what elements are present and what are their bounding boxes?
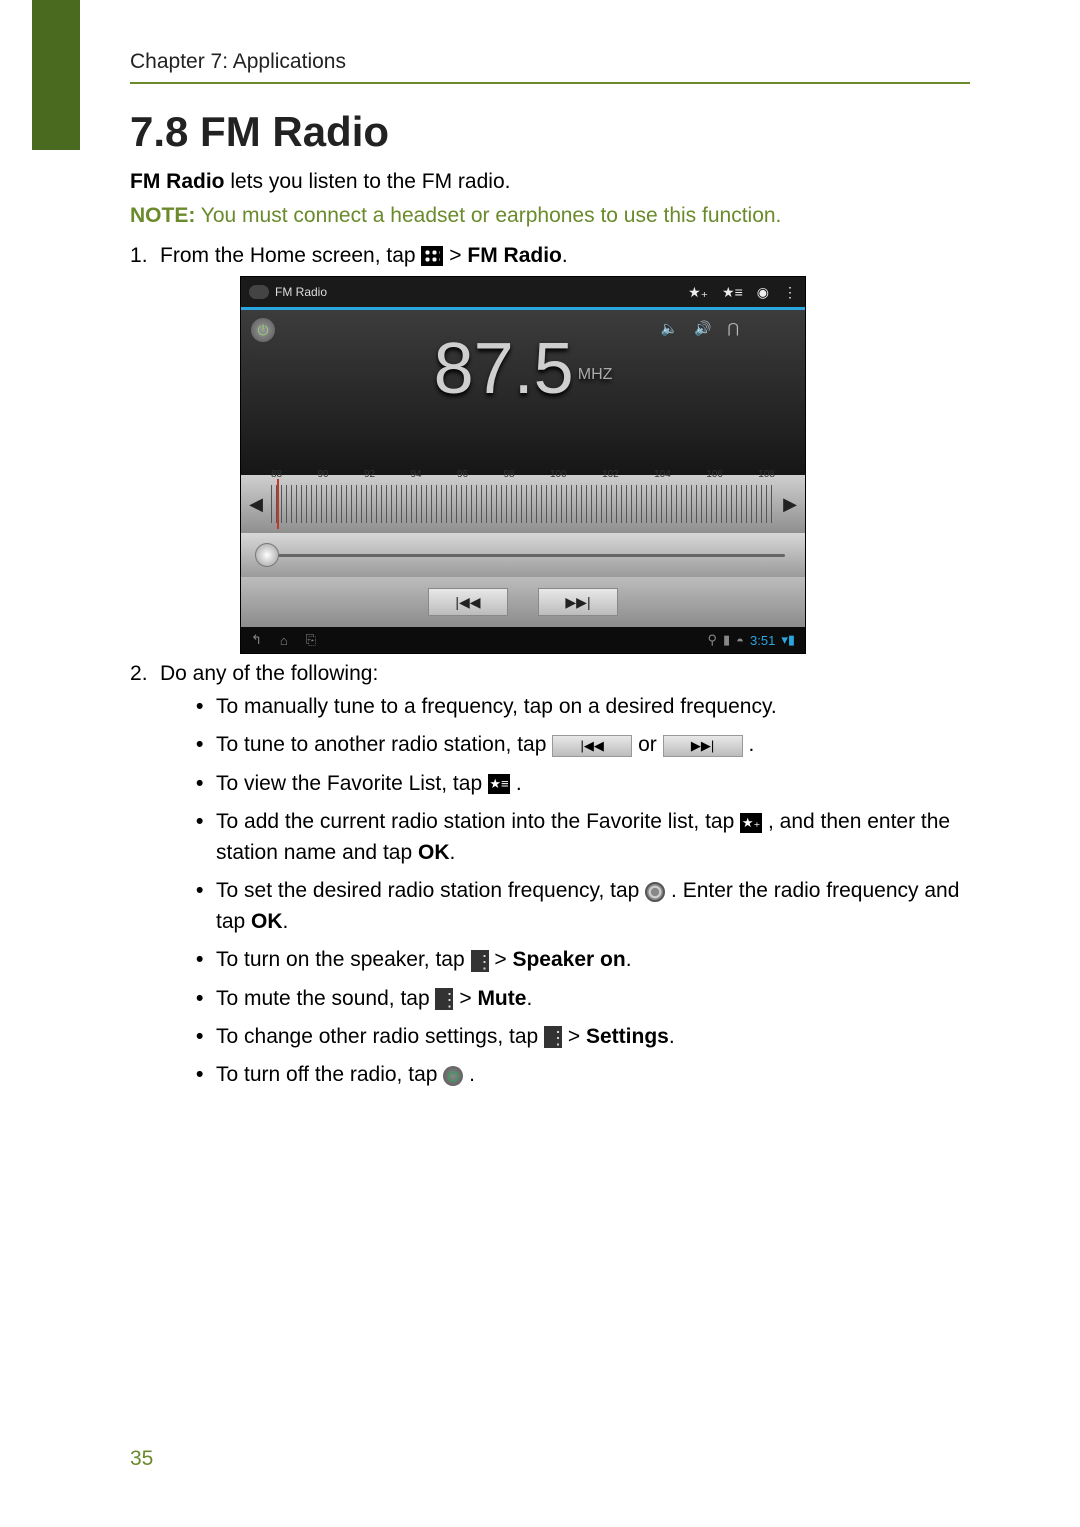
star-list-icon[interactable]: ★≡: [722, 284, 743, 301]
set-frequency-icon: [645, 882, 665, 902]
shot-titlebar: FM Radio ★₊ ★≡ ◉ ⋮: [241, 277, 805, 307]
bullet-list: To manually tune to a frequency, tap on …: [160, 692, 970, 1091]
note: NOTE: You must connect a headset or earp…: [130, 204, 970, 228]
bullet-6: To turn on the speaker, tap > Speaker on…: [160, 945, 970, 975]
steps-list: From the Home screen, tap > FM Radio. FM…: [130, 244, 970, 1091]
shot-top-actions: ★₊ ★≡ ◉ ⋮: [688, 284, 797, 301]
scale-ticks[interactable]: 88 90 92 94 96 98 100 102 104 106 108: [271, 485, 775, 523]
tuning-needle: [277, 479, 279, 529]
bullet-5: To set the desired radio station frequen…: [160, 876, 970, 937]
page-number: 35: [130, 1447, 153, 1471]
seek-button-row: |◀◀ ▶▶|: [241, 577, 805, 627]
seek-prev-button[interactable]: |◀◀: [428, 588, 508, 616]
record-icon[interactable]: ◉: [757, 284, 769, 301]
status-gps-icon: ⚲: [707, 632, 717, 648]
audio-mode-icons[interactable]: 🔈 🔊 ⋂: [661, 320, 745, 337]
intro-text: FM Radio lets you listen to the FM radio…: [130, 170, 970, 194]
bullet-8: To change other radio settings, tap > Se…: [160, 1022, 970, 1052]
status-disc-icon: ◓: [736, 633, 744, 648]
status-time: 3:51: [750, 633, 775, 648]
nav-back-icon[interactable]: ↰: [251, 632, 262, 648]
scale-left-icon[interactable]: ◀: [241, 494, 271, 515]
favorite-add-icon: ★₊: [740, 813, 762, 833]
bullet-4: To add the current radio station into th…: [160, 807, 970, 868]
note-text: You must connect a headset or earphones …: [195, 204, 781, 227]
nav-recent-icon[interactable]: ⎘: [306, 632, 316, 648]
shot-title: FM Radio: [275, 285, 327, 299]
chapter-header: Chapter 7: Applications: [130, 50, 970, 84]
nav-home-icon[interactable]: ⌂: [280, 633, 288, 648]
overflow-menu-icon: [435, 988, 453, 1010]
seek-next-button[interactable]: ▶▶|: [538, 588, 618, 616]
bullet-3: To view the Favorite List, tap ★≡ .: [160, 769, 970, 799]
power-off-icon: ⏻: [443, 1066, 463, 1086]
status-battery-icon: ▮: [723, 632, 730, 648]
shot-display: ⏻ 🔈 🔊 ⋂ 87.5MHZ: [241, 310, 805, 475]
slider-knob[interactable]: [255, 543, 279, 567]
volume-slider[interactable]: [241, 533, 805, 577]
android-navbar: ↰ ⌂ ⎘ ⚲ ▮ ◓ 3:51 ▾▮: [241, 627, 805, 653]
shot-logo-icon: [249, 285, 269, 299]
page-content: Chapter 7: Applications 7.8 FM Radio FM …: [130, 50, 970, 1099]
frequency-scale[interactable]: ◀ 88 90 92 94 96 98 100 102 104 106: [241, 475, 805, 533]
note-label: NOTE:: [130, 204, 195, 227]
seek-prev-icon: |◀◀: [552, 735, 632, 757]
status-wifi-icon: ▾▮: [781, 632, 795, 648]
overflow-menu-icon: [544, 1026, 562, 1048]
power-button[interactable]: ⏻: [251, 318, 275, 342]
scale-right-icon[interactable]: ▶: [775, 494, 805, 515]
step-1: From the Home screen, tap > FM Radio. FM…: [130, 244, 970, 654]
bullet-7: To mute the sound, tap > Mute.: [160, 984, 970, 1014]
seek-next-icon: ▶▶|: [663, 735, 743, 757]
tick-labels: 88 90 92 94 96 98 100 102 104 106 108: [271, 469, 775, 480]
overflow-menu-icon: [471, 950, 489, 972]
fm-radio-screenshot: FM Radio ★₊ ★≡ ◉ ⋮ ⏻ 🔈 🔊 ⋂ 87.5MHZ: [240, 276, 806, 654]
bullet-2: To tune to another radio station, tap |◀…: [160, 730, 970, 760]
bullet-1: To manually tune to a frequency, tap on …: [160, 692, 970, 722]
bullet-9: To turn off the radio, tap ⏻ .: [160, 1060, 970, 1090]
menu-icon[interactable]: ⋮: [783, 284, 797, 301]
star-add-icon[interactable]: ★₊: [688, 284, 708, 301]
favorite-list-icon: ★≡: [488, 774, 510, 794]
intro-bold: FM Radio: [130, 170, 225, 193]
step-2: Do any of the following: To manually tun…: [130, 662, 970, 1091]
section-heading: 7.8 FM Radio: [130, 108, 970, 156]
apps-icon: [421, 246, 443, 266]
side-tab: [32, 0, 80, 150]
intro-rest: lets you listen to the FM radio.: [225, 170, 511, 193]
